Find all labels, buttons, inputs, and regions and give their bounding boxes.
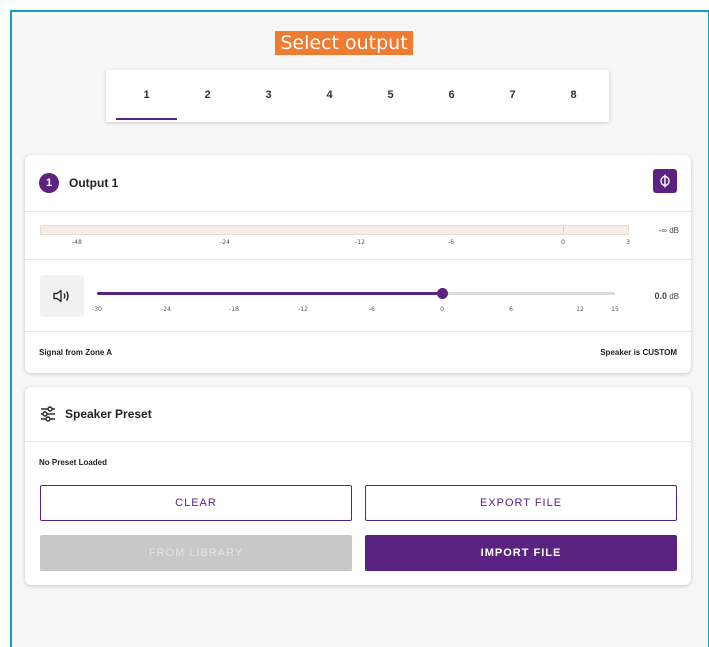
meter-tick: -24 <box>220 239 230 246</box>
tab-output-8[interactable]: 8 <box>543 70 604 122</box>
tab-output-3[interactable]: 3 <box>238 70 299 122</box>
output-title: Output 1 <box>69 176 119 190</box>
clear-button[interactable]: CLEAR <box>40 485 352 521</box>
gain-slider-thumb[interactable] <box>437 288 448 299</box>
speaker-status-text: Speaker is CUSTOM <box>600 347 677 357</box>
sliders-icon <box>41 406 55 422</box>
gain-tick: 15 <box>611 306 619 313</box>
gain-unit: dB <box>669 292 679 301</box>
gain-scale: -30 -24 -18 -12 -6 0 6 12 15 <box>25 306 691 318</box>
tab-output-6[interactable]: 6 <box>421 70 482 122</box>
meter-tick: -6 <box>448 239 454 246</box>
gain-tick: -24 <box>161 306 171 313</box>
preset-header: Speaker Preset <box>25 387 691 442</box>
phase-invert-button[interactable] <box>653 169 677 193</box>
gain-value: 0.0 <box>654 291 667 301</box>
meter-tick: 0 <box>561 239 565 246</box>
tab-output-2[interactable]: 2 <box>177 70 238 122</box>
gain-slider-fill <box>97 292 442 295</box>
tab-output-7[interactable]: 7 <box>482 70 543 122</box>
meter-tick: -12 <box>355 239 365 246</box>
gain-tick: 6 <box>509 306 513 313</box>
meter-tick: 3 <box>626 239 630 246</box>
level-meter <box>40 225 629 235</box>
tab-output-5[interactable]: 5 <box>360 70 421 122</box>
meter-scale: -48 -24 -12 -6 0 3 <box>25 239 691 251</box>
output-status-row: Signal from Zone A Speaker is CUSTOM <box>25 332 691 372</box>
gain-tick: -12 <box>298 306 308 313</box>
tab-output-4[interactable]: 4 <box>299 70 360 122</box>
meter-readout: -∞ dB <box>659 226 679 235</box>
tab-output-1[interactable]: 1 <box>116 70 177 122</box>
gain-row: -30 -24 -18 -12 -6 0 6 12 15 0.0 dB <box>25 260 691 332</box>
preset-title: Speaker Preset <box>65 407 152 421</box>
output-number-badge: 1 <box>39 173 59 193</box>
output-tabs: 1 2 3 4 5 6 7 8 <box>106 70 609 122</box>
speaker-icon <box>53 289 69 303</box>
meter-value: -∞ <box>658 226 667 235</box>
signal-source-text: Signal from Zone A <box>39 347 113 357</box>
gain-tick: 0 <box>440 306 444 313</box>
gain-slider[interactable] <box>97 288 615 299</box>
meter-zero-marker <box>563 226 564 234</box>
export-file-button[interactable]: EXPORT FILE <box>365 485 677 521</box>
phase-icon <box>660 174 670 188</box>
gain-readout: 0.0 dB <box>654 291 679 301</box>
preset-status: No Preset Loaded <box>39 458 108 467</box>
gain-tick: -18 <box>229 306 239 313</box>
output-card: 1 Output 1 -48 -24 -12 -6 0 3 -∞ dB -30 … <box>25 155 691 373</box>
import-file-button[interactable]: IMPORT FILE <box>365 535 677 571</box>
from-library-button: FROM LIBRARY <box>40 535 352 571</box>
level-meter-row: -48 -24 -12 -6 0 3 -∞ dB <box>25 212 691 260</box>
output-header: 1 Output 1 <box>25 155 691 212</box>
gain-tick: -6 <box>369 306 375 313</box>
select-output-label: Select output <box>275 31 413 55</box>
meter-tick: -48 <box>72 239 82 246</box>
speaker-preset-card: Speaker Preset No Preset Loaded CLEAR EX… <box>25 387 691 585</box>
meter-unit: dB <box>669 226 679 235</box>
gain-tick: 12 <box>576 306 584 313</box>
gain-tick: -30 <box>92 306 102 313</box>
